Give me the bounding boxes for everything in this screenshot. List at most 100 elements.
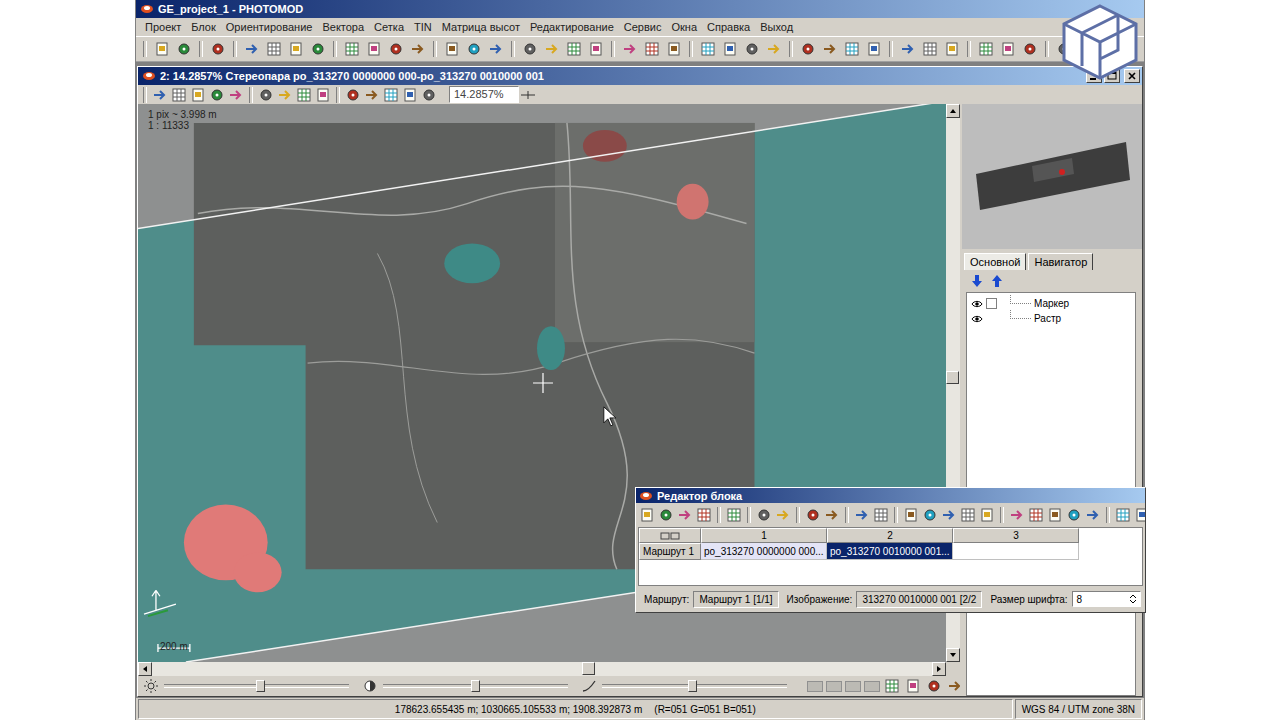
toolbar-button[interactable] <box>725 506 743 524</box>
toolbar-button[interactable] <box>976 39 996 59</box>
toolbar-button[interactable] <box>820 39 840 59</box>
slider-track[interactable] <box>383 679 568 693</box>
toolbar-button[interactable] <box>620 39 640 59</box>
toolbar-button[interactable] <box>642 39 662 59</box>
toolbar-button[interactable] <box>804 506 822 524</box>
toolbar-button[interactable] <box>386 39 406 59</box>
toolbar-button[interactable] <box>364 39 384 59</box>
toolbar-button[interactable] <box>408 39 428 59</box>
menu-item[interactable]: Сетка <box>369 18 409 36</box>
layer-checkbox[interactable] <box>986 298 997 309</box>
toolbar-button[interactable] <box>942 39 962 59</box>
toolbar-button[interactable] <box>638 506 656 524</box>
toolbar-button[interactable] <box>676 506 694 524</box>
toolbar-button[interactable] <box>798 39 818 59</box>
column-header[interactable]: 2 <box>827 528 953 543</box>
slider-track[interactable] <box>602 679 787 693</box>
toolbar-button[interactable] <box>1046 506 1064 524</box>
menu-item[interactable]: Вектора <box>317 18 369 36</box>
scroll-track[interactable] <box>152 662 932 676</box>
toolbar-button[interactable] <box>1114 506 1132 524</box>
toolbar-button[interactable] <box>755 506 773 524</box>
spin-icon[interactable] <box>1128 593 1138 605</box>
toolbar-button[interactable] <box>921 506 939 524</box>
panel-tab[interactable]: Навигатор <box>1028 253 1093 270</box>
toolbar-button[interactable] <box>363 86 381 104</box>
menu-item[interactable]: Окна <box>666 18 702 36</box>
toolbar-button[interactable] <box>314 86 332 104</box>
layer-row[interactable]: Растр <box>971 311 1131 326</box>
move-down-icon[interactable] <box>970 274 984 288</box>
image-cell[interactable]: po_313270 0000000 000... <box>701 543 827 560</box>
menu-item[interactable]: Блок <box>186 18 221 36</box>
toolbar-button[interactable] <box>920 39 940 59</box>
toolbar-button[interactable] <box>174 39 194 59</box>
panel-tab[interactable]: Основной <box>964 253 1026 270</box>
horizontal-scrollbar[interactable] <box>138 662 946 676</box>
menu-item[interactable]: Выход <box>755 18 798 36</box>
toolbar-button[interactable] <box>959 506 977 524</box>
toolbar-button[interactable] <box>853 506 871 524</box>
toolbar-button[interactable] <box>904 677 922 695</box>
toolbar-button[interactable] <box>189 86 207 104</box>
menu-item[interactable]: Справка <box>702 18 755 36</box>
toolbar-button[interactable] <box>276 86 294 104</box>
toolbar-button[interactable] <box>695 506 713 524</box>
toolbar-button[interactable] <box>520 39 540 59</box>
scroll-down-button[interactable] <box>946 648 960 662</box>
toolbar-button[interactable] <box>242 39 262 59</box>
mode-button[interactable] <box>826 681 842 692</box>
toolbar-button[interactable] <box>1133 506 1145 524</box>
zoom-field[interactable]: 14.2857% <box>449 86 519 103</box>
menu-item[interactable]: Матрица высот <box>437 18 525 36</box>
toolbar-button[interactable] <box>898 39 918 59</box>
move-up-icon[interactable] <box>990 274 1004 288</box>
slider-knob[interactable] <box>471 680 480 692</box>
toolbar-button[interactable] <box>208 86 226 104</box>
mode-button[interactable] <box>845 681 861 692</box>
toolbar-button[interactable] <box>308 39 328 59</box>
toolbar-button[interactable] <box>925 677 943 695</box>
eye-icon[interactable] <box>971 314 983 324</box>
toolbar-button[interactable] <box>864 39 884 59</box>
toolbar-button[interactable] <box>664 39 684 59</box>
toolbar-button[interactable] <box>872 506 890 524</box>
toolbar-button[interactable] <box>401 86 419 104</box>
menu-item[interactable]: Проект <box>140 18 186 36</box>
toolbar-button[interactable] <box>464 39 484 59</box>
toolbar-button[interactable] <box>764 39 784 59</box>
close-button[interactable] <box>1124 69 1140 83</box>
toolbar-button[interactable] <box>742 39 762 59</box>
eye-icon[interactable] <box>971 299 983 309</box>
toolbar-button[interactable] <box>774 506 792 524</box>
image-cell[interactable]: po_313270 0010000 001... <box>827 543 953 560</box>
toolbar-button[interactable] <box>902 506 920 524</box>
toolbar-button[interactable] <box>264 39 284 59</box>
toolbar-button[interactable] <box>946 677 960 695</box>
toolbar-button[interactable] <box>1065 506 1083 524</box>
toolbar-button[interactable] <box>657 506 675 524</box>
strip-header[interactable]: Маршрут 1 <box>639 543 701 560</box>
menu-item[interactable]: Редактирование <box>525 18 619 36</box>
slider-track[interactable] <box>164 679 349 693</box>
toolbar-button[interactable] <box>208 39 228 59</box>
mode-button[interactable] <box>864 681 880 692</box>
toolbar-button[interactable] <box>883 677 901 695</box>
scroll-right-button[interactable] <box>932 662 946 676</box>
toolbar-button[interactable] <box>344 86 362 104</box>
toolbar-button[interactable] <box>978 506 996 524</box>
toolbar-button[interactable] <box>170 86 188 104</box>
toolbar-button[interactable] <box>257 86 275 104</box>
toolbar-button[interactable] <box>151 86 169 104</box>
image-cell[interactable] <box>953 543 1079 560</box>
scroll-thumb[interactable] <box>582 662 595 675</box>
toolbar-button[interactable] <box>1027 506 1045 524</box>
scroll-left-button[interactable] <box>138 662 152 676</box>
toolbar-button[interactable] <box>486 39 506 59</box>
toolbar-button[interactable] <box>420 86 438 104</box>
toolbar-button[interactable] <box>940 506 958 524</box>
toolbar-button[interactable] <box>1084 506 1102 524</box>
toolbar-button[interactable] <box>1008 506 1026 524</box>
toolbar-button[interactable] <box>227 86 245 104</box>
toolbar-button[interactable] <box>698 39 718 59</box>
